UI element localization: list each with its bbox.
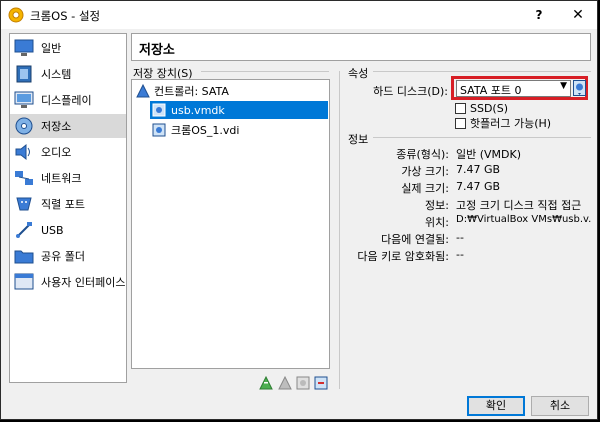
display-icon [14, 91, 34, 108]
sidebar-item-user-interface[interactable]: 사용자 인터페이스 [10, 270, 126, 294]
chevron-down-icon: ▼ [560, 81, 567, 91]
tree-item-chromeos-vdi[interactable]: 크롬OS_1.vdi [150, 121, 328, 139]
close-button[interactable]: ✕ [567, 5, 589, 25]
ssd-checkbox[interactable] [455, 103, 466, 114]
page-title-box: 저장소 [131, 33, 591, 61]
window-ui-icon [14, 273, 34, 290]
settings-sidebar: 일반 시스템 디스플레이 저장소 오디오 네트워크 직렬 포트 USB 공유 폴… [9, 33, 127, 383]
info-value: 고정 크기 디스크 직접 접근 [456, 199, 582, 212]
cancel-button[interactable]: 취소 [531, 396, 589, 416]
hard-disk-icon [152, 103, 166, 117]
add-controller-icon[interactable] [259, 376, 273, 390]
storage-devices-separator [201, 71, 329, 72]
controller-label: 컨트롤러: SATA [154, 85, 229, 98]
sidebar-item-label: USB [41, 223, 64, 237]
info-value: 일반 (VMDK) [456, 148, 522, 161]
information-separator [373, 137, 591, 138]
information-label: 정보 [348, 133, 369, 146]
speaker-icon [15, 143, 30, 161]
info-key: 다음에 연결됨: [381, 233, 449, 246]
info-value: 7.47 GB [456, 163, 501, 176]
info-value: 7.47 GB [456, 180, 501, 193]
tree-item-usb-vmdk[interactable]: usb.vmdk [150, 101, 328, 119]
sidebar-item-display[interactable]: 디스플레이 [10, 88, 126, 112]
monitor-icon [14, 39, 34, 56]
hard-disk-slot-select[interactable]: SATA 포트 0 ▼ [456, 80, 571, 97]
page-title: 저장소 [139, 43, 175, 58]
tree-item-label: 크롬OS_1.vdi [171, 124, 240, 137]
sidebar-item-label: 사용자 인터페이스 [41, 276, 126, 289]
ssd-label: SSD(S) [470, 102, 509, 115]
sidebar-item-shared-folders[interactable]: 공유 폴더 [10, 244, 126, 268]
info-key: 실제 크기: [401, 182, 449, 195]
sidebar-item-label: 저장소 [41, 120, 72, 133]
window-title: 크롬OS - 설정 [30, 9, 101, 23]
hotplug-checkbox-row[interactable]: 핫플러그 가능(H) [455, 115, 551, 131]
hard-disk-icon [152, 123, 166, 137]
info-value: D:₩VirtualBox VMs₩usb.v... [456, 214, 591, 225]
sidebar-item-label: 시스템 [41, 68, 72, 81]
folder-icon [14, 250, 34, 264]
hard-disk-slot-value: SATA 포트 0 [460, 84, 522, 97]
attributes-label: 속성 [348, 67, 369, 80]
storage-disk-icon [15, 117, 33, 135]
sidebar-item-label: 직렬 포트 [41, 198, 85, 211]
info-value: -- [456, 231, 464, 244]
usb-icon [16, 222, 32, 238]
ssd-checkbox-row[interactable]: SSD(S) [455, 102, 508, 115]
sidebar-item-usb[interactable]: USB [10, 218, 126, 242]
serial-port-icon [16, 197, 32, 211]
storage-tree[interactable]: 컨트롤러: SATA usb.vmdk 크롬OS_1.vdi [131, 79, 330, 369]
info-key: 종류(형식): [396, 148, 449, 161]
controller-icon [136, 84, 150, 98]
hard-disk-label: 하드 디스크(D): [373, 85, 448, 98]
network-icon [15, 171, 33, 185]
sidebar-item-label: 디스플레이 [41, 94, 92, 107]
choose-disk-icon[interactable] [573, 80, 586, 96]
remove-attachment-icon[interactable] [314, 376, 328, 390]
virtualbox-app-icon [8, 7, 24, 23]
info-key: 정보: [425, 199, 449, 212]
sidebar-item-serial-port[interactable]: 직렬 포트 [10, 192, 126, 216]
sidebar-item-label: 일반 [41, 42, 62, 55]
sidebar-item-system[interactable]: 시스템 [10, 62, 126, 86]
info-key: 가상 크기: [401, 165, 449, 178]
info-key: 위치: [425, 216, 449, 229]
sidebar-item-label: 네트워크 [41, 172, 82, 185]
ok-button[interactable]: 확인 [467, 396, 525, 416]
settings-window: 크롬OS - 설정 ? ✕ 일반 시스템 디스플레이 저장소 오디오 네트워크 [0, 0, 598, 420]
add-attachment-icon[interactable] [296, 376, 310, 390]
info-key: 다음 키로 암호화됨: [357, 250, 449, 263]
remove-controller-icon[interactable] [278, 376, 292, 390]
sidebar-item-label: 오디오 [41, 146, 72, 159]
sidebar-item-network[interactable]: 네트워크 [10, 166, 126, 190]
chip-icon [16, 65, 32, 83]
tree-controller-sata[interactable]: 컨트롤러: SATA [136, 82, 326, 100]
help-button[interactable]: ? [529, 6, 549, 24]
sidebar-item-general[interactable]: 일반 [10, 36, 126, 60]
title-bar: 크롬OS - 설정 ? ✕ [1, 1, 597, 29]
sidebar-item-audio[interactable]: 오디오 [10, 140, 126, 164]
panel-divider [339, 71, 340, 389]
hotplug-label: 핫플러그 가능(H) [470, 117, 552, 130]
tree-item-label: usb.vmdk [171, 103, 225, 117]
attributes-separator [373, 71, 591, 72]
info-value: -- [456, 248, 464, 261]
sidebar-item-storage[interactable]: 저장소 [10, 114, 126, 138]
sidebar-item-label: 공유 폴더 [41, 250, 85, 263]
hotplug-checkbox[interactable] [455, 117, 466, 129]
